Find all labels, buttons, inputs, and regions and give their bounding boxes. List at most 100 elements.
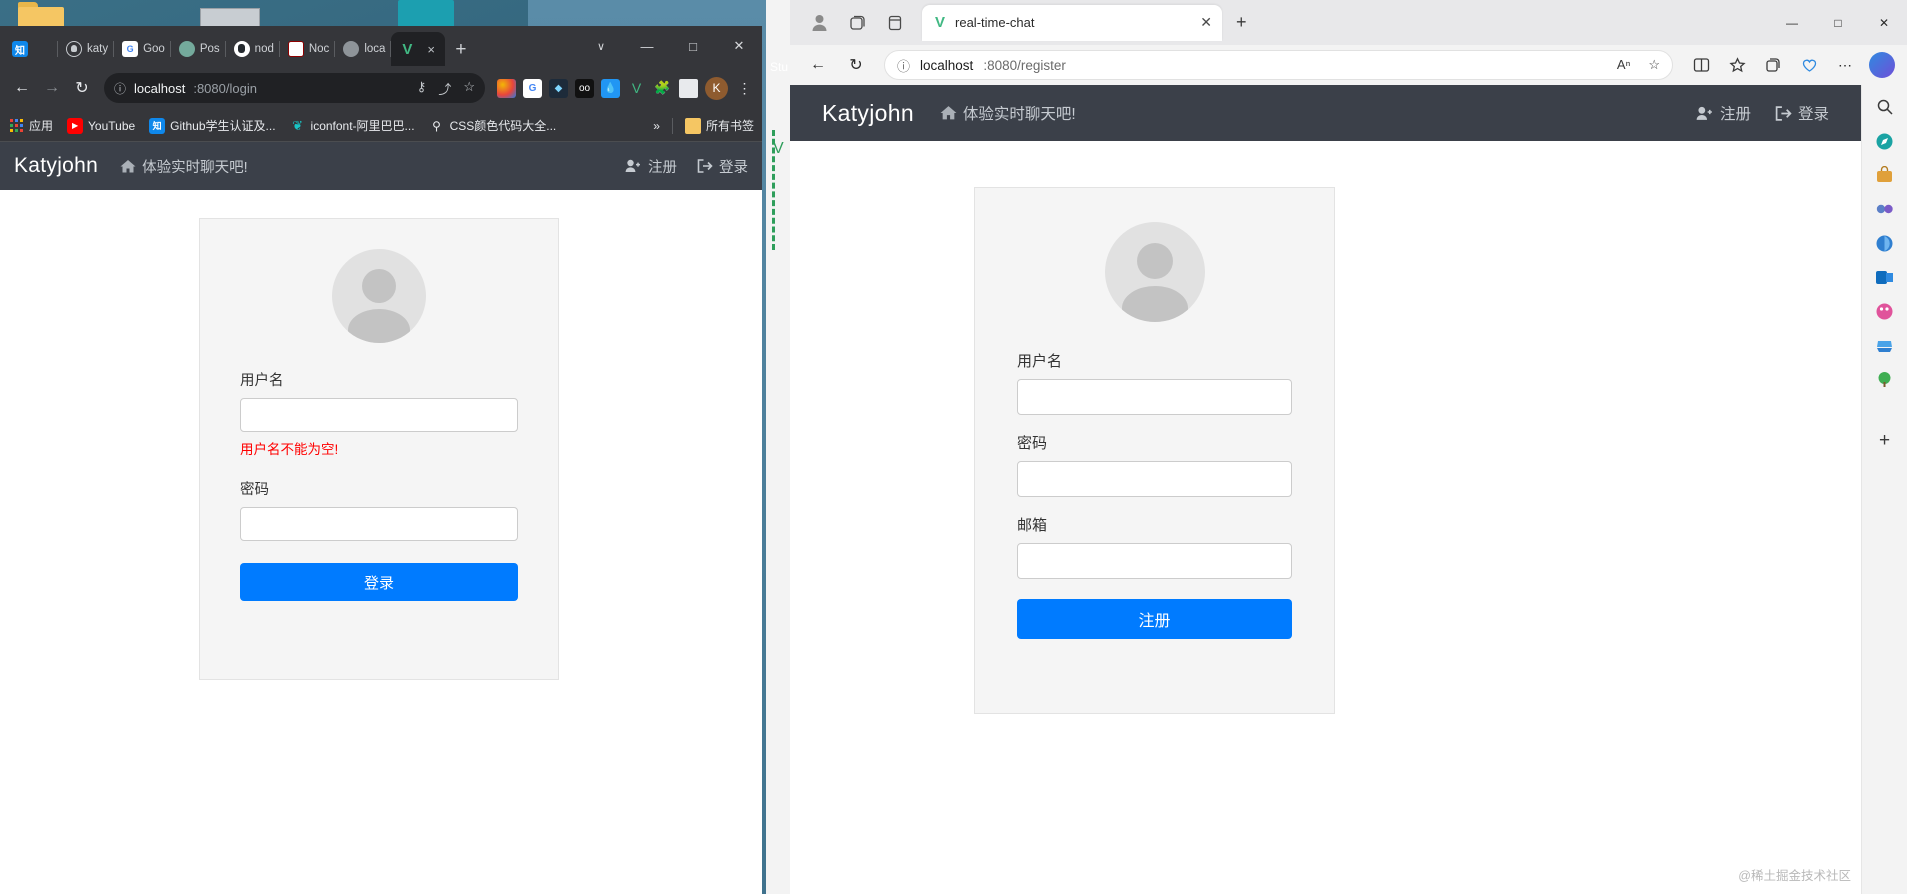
sidepanel-icon[interactable] (679, 78, 698, 98)
profile-avatar[interactable]: K (705, 76, 728, 100)
chrome-tab-zhihu[interactable]: 知 (4, 32, 58, 66)
new-tab-button[interactable]: + (455, 40, 466, 59)
chrome-tab-vue-active[interactable]: V × (391, 32, 446, 66)
chrome-browser-window[interactable]: 知 katy G Goo Pos nod Noc loca V × + ∨ — … (0, 26, 762, 894)
edge-toolbar[interactable]: ← ↻ ⓘ localhost:8080/register Aⁿ ☆ ⋯ (790, 45, 1907, 85)
vue-devtools-icon[interactable]: V (627, 79, 646, 98)
profile-icon[interactable] (802, 8, 836, 38)
edge-browser-window[interactable]: V real-time-chat ✕ + — □ ✕ ← ↻ ⓘ localho… (790, 0, 1907, 894)
palette-icon[interactable] (497, 78, 516, 98)
new-tab-button[interactable]: + (1236, 12, 1247, 33)
chrome-tab-node[interactable]: nod (226, 32, 280, 66)
edge-tab-real-time-chat[interactable]: V real-time-chat ✕ (922, 4, 1222, 41)
settings-more-icon[interactable]: ⋯ (1829, 50, 1861, 80)
chrome-tab-postman[interactable]: Pos (171, 32, 226, 66)
favorites-icon[interactable] (1721, 50, 1753, 80)
bookmark-label: CSS颜色代码大全... (449, 119, 557, 133)
tab-actions-icon[interactable] (878, 8, 912, 38)
water-drop-icon[interactable]: 💧 (601, 78, 620, 98)
favorite-star-icon[interactable]: ☆ (1648, 57, 1660, 73)
minimize-button[interactable]: — (624, 39, 670, 54)
address-bar[interactable]: ⓘ localhost:8080/login ⚷ ⤴ ☆ (104, 73, 485, 103)
extension-icons[interactable]: G ◆ oo 💧 V 🧩 K ⋮ (493, 76, 754, 100)
maximize-button[interactable]: □ (1815, 0, 1861, 45)
bookmark-youtube[interactable]: ▶ YouTube (67, 117, 135, 134)
tools-icon[interactable] (1869, 329, 1901, 361)
all-bookmarks-button[interactable]: 所有书签 (684, 117, 754, 134)
register-submit-button[interactable]: 注册 (1017, 599, 1292, 639)
site-info-icon[interactable]: ⓘ (897, 56, 910, 75)
bookmarks-bar[interactable]: 应用 ▶ YouTube 知 Github学生认证及... ❦ iconfont… (0, 110, 762, 142)
edge-sidebar[interactable]: + (1861, 85, 1907, 894)
edge-tab-strip[interactable]: V real-time-chat ✕ + — □ ✕ (790, 0, 1907, 45)
chrome-menu-icon[interactable]: ⋮ (735, 79, 754, 98)
password-input[interactable] (1017, 461, 1292, 497)
glasses-icon[interactable]: oo (575, 78, 594, 98)
login-submit-button[interactable]: 登录 (240, 563, 518, 601)
right-app-navbar[interactable]: Katyjohn 体验实时聊天吧! 注册 登录 (790, 85, 1861, 141)
nav-item-login[interactable]: 登录 (697, 156, 748, 177)
puzzle-icon[interactable]: 🧩 (653, 79, 672, 98)
share-icon[interactable]: ⤴ (438, 79, 451, 98)
chrome-tab-nodered[interactable]: Noc (280, 32, 336, 66)
bookmark-apps[interactable]: 应用 (8, 117, 53, 134)
bookmark-css-colors[interactable]: ⚲ CSS颜色代码大全... (429, 117, 557, 134)
close-icon[interactable]: ✕ (1200, 14, 1212, 31)
nav-item-home[interactable]: 体验实时聊天吧! (940, 102, 1076, 124)
tab-search-icon[interactable]: ∨ (578, 40, 624, 53)
collections-icon[interactable] (1757, 50, 1789, 80)
chrome-tab-localhost[interactable]: loca (335, 32, 392, 66)
edge-toolbar-icons[interactable]: ⋯ (1685, 50, 1895, 80)
outlook-icon[interactable] (1869, 261, 1901, 293)
maximize-button[interactable]: □ (670, 39, 716, 54)
reload-icon[interactable]: ↻ (840, 50, 872, 80)
copilot-icon[interactable] (1869, 52, 1895, 78)
close-button[interactable]: ✕ (716, 38, 762, 54)
discover-icon[interactable] (1869, 125, 1901, 157)
password-key-icon[interactable]: ⚷ (417, 79, 427, 98)
username-input[interactable] (240, 398, 518, 432)
username-input[interactable] (1017, 379, 1292, 415)
chrome-tab-strip[interactable]: 知 katy G Goo Pos nod Noc loca V × + ∨ — … (0, 26, 762, 66)
browser-essentials-icon[interactable] (1793, 50, 1825, 80)
add-icon[interactable]: + (1869, 425, 1901, 457)
nav-item-register[interactable]: 注册 (1696, 102, 1751, 124)
bookmark-iconfont[interactable]: ❦ iconfont-阿里巴巴... (290, 117, 414, 134)
collections-icon[interactable] (840, 8, 874, 38)
search-icon[interactable] (1869, 91, 1901, 123)
google-translate-icon[interactable]: G (523, 78, 542, 98)
back-icon[interactable]: ← (8, 74, 36, 102)
bookmark-star-icon[interactable]: ☆ (463, 79, 475, 98)
close-icon[interactable]: × (427, 42, 435, 57)
chrome-window-controls[interactable]: ∨ — □ ✕ (578, 26, 762, 66)
chrome-tab-katy[interactable]: katy (58, 32, 115, 66)
reload-icon[interactable]: ↻ (68, 74, 96, 102)
drawing-icon[interactable] (1869, 295, 1901, 327)
edge-window-controls[interactable]: — □ ✕ (1769, 0, 1907, 45)
bookmark-github-student[interactable]: 知 Github学生认证及... (149, 117, 276, 134)
email-input[interactable] (1017, 543, 1292, 579)
forward-icon[interactable]: → (38, 74, 66, 102)
password-input[interactable] (240, 507, 518, 541)
games-icon[interactable] (1869, 193, 1901, 225)
address-bar[interactable]: ⓘ localhost:8080/register Aⁿ ☆ (884, 50, 1673, 80)
chrome-toolbar[interactable]: ← → ↻ ⓘ localhost:8080/login ⚷ ⤴ ☆ G ◆ o… (0, 66, 762, 110)
app-brand[interactable]: Katyjohn (14, 154, 98, 178)
pocket-icon[interactable]: ◆ (549, 78, 568, 98)
split-screen-icon[interactable] (1685, 50, 1717, 80)
back-icon[interactable]: ← (802, 50, 834, 80)
tree-icon[interactable] (1869, 363, 1901, 395)
chrome-tab-google[interactable]: G Goo (114, 32, 171, 66)
office-icon[interactable] (1869, 227, 1901, 259)
shopping-icon[interactable] (1869, 159, 1901, 191)
bookmarks-overflow-icon[interactable]: » (653, 119, 660, 133)
site-info-icon[interactable]: ⓘ (114, 80, 126, 97)
nav-item-register[interactable]: 注册 (625, 156, 677, 177)
app-brand[interactable]: Katyjohn (822, 100, 914, 127)
read-aloud-icon[interactable]: Aⁿ (1617, 57, 1630, 73)
close-button[interactable]: ✕ (1861, 0, 1907, 45)
left-app-navbar[interactable]: Katyjohn 体验实时聊天吧! 注册 登录 (0, 142, 762, 190)
nav-item-login[interactable]: 登录 (1775, 102, 1829, 124)
nav-item-home[interactable]: 体验实时聊天吧! (120, 156, 248, 177)
minimize-button[interactable]: — (1769, 0, 1815, 45)
